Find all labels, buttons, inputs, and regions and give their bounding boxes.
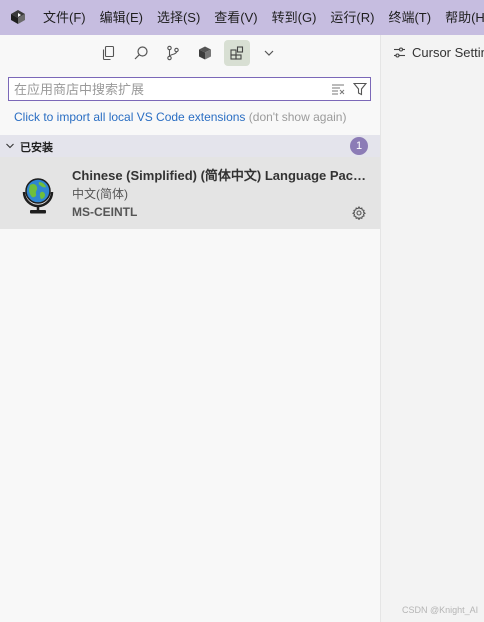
- gear-icon[interactable]: [352, 206, 366, 220]
- clear-filter-icon[interactable]: [331, 83, 345, 95]
- cube-icon: [199, 46, 211, 60]
- more-views-button[interactable]: [256, 40, 282, 66]
- menu-go[interactable]: 转到(G): [265, 0, 324, 35]
- explorer-button[interactable]: [95, 40, 121, 66]
- extensions-button[interactable]: [224, 40, 250, 66]
- globe-icon: [22, 178, 54, 214]
- filter-icon[interactable]: [353, 82, 367, 96]
- extension-list-item[interactable]: Chinese (Simplified) (简体中文) Language Pac…: [0, 157, 380, 229]
- installed-section-title: 已安装: [20, 142, 53, 154]
- import-notice: Click to import all local VS Code extens…: [14, 110, 346, 124]
- cube-button[interactable]: [192, 40, 218, 66]
- source-control-icon: [167, 45, 179, 61]
- settings-sliders-icon: [394, 47, 405, 58]
- explorer-icon: [102, 45, 115, 61]
- extensions-sidebar: Click to import all local VS Code extens…: [0, 35, 380, 622]
- menu-file[interactable]: 文件(F): [36, 0, 93, 35]
- extension-search-input[interactable]: [14, 80, 324, 98]
- extension-description: 中文(简体): [72, 187, 128, 201]
- extensions-icon: [230, 46, 244, 60]
- chevron-down-icon: [264, 50, 274, 56]
- watermark: CSDN @Knight_AI: [402, 605, 479, 615]
- menu-bar: 文件(F) 编辑(E) 选择(S) 查看(V) 转到(G) 运行(R) 终端(T…: [0, 0, 484, 35]
- import-extensions-link[interactable]: Click to import all local VS Code extens…: [14, 110, 245, 124]
- menu-terminal[interactable]: 终端(T): [381, 0, 438, 35]
- search-button[interactable]: [128, 40, 154, 66]
- menu-edit[interactable]: 编辑(E): [93, 0, 150, 35]
- editor-area: Cursor Settings: [380, 35, 484, 622]
- menu-view[interactable]: 查看(V): [207, 0, 264, 35]
- extension-search-box: [8, 77, 371, 101]
- menu-run[interactable]: 运行(R): [323, 0, 381, 35]
- chevron-down-icon: [6, 143, 14, 149]
- editor-tab-label: Cursor Settings: [412, 45, 484, 60]
- source-control-button[interactable]: [160, 40, 186, 66]
- editor-tab-cursor-settings[interactable]: Cursor Settings: [393, 45, 484, 60]
- extension-publisher: MS-CEINTL: [72, 205, 138, 219]
- menu-help[interactable]: 帮助(H): [438, 0, 484, 35]
- extension-name: Chinese (Simplified) (简体中文) Language Pac…: [72, 168, 370, 183]
- menu-selection[interactable]: 选择(S): [150, 0, 207, 35]
- installed-count-badge: 1: [350, 137, 368, 155]
- cursor-logo-icon[interactable]: [10, 9, 26, 25]
- search-icon: [134, 46, 148, 60]
- menu-items: 文件(F) 编辑(E) 选择(S) 查看(V) 转到(G) 运行(R) 终端(T…: [36, 0, 484, 35]
- activity-toolbar: [0, 35, 380, 71]
- dont-show-again-link[interactable]: (don't show again): [249, 110, 347, 124]
- installed-section-header[interactable]: 已安装 1: [0, 135, 380, 157]
